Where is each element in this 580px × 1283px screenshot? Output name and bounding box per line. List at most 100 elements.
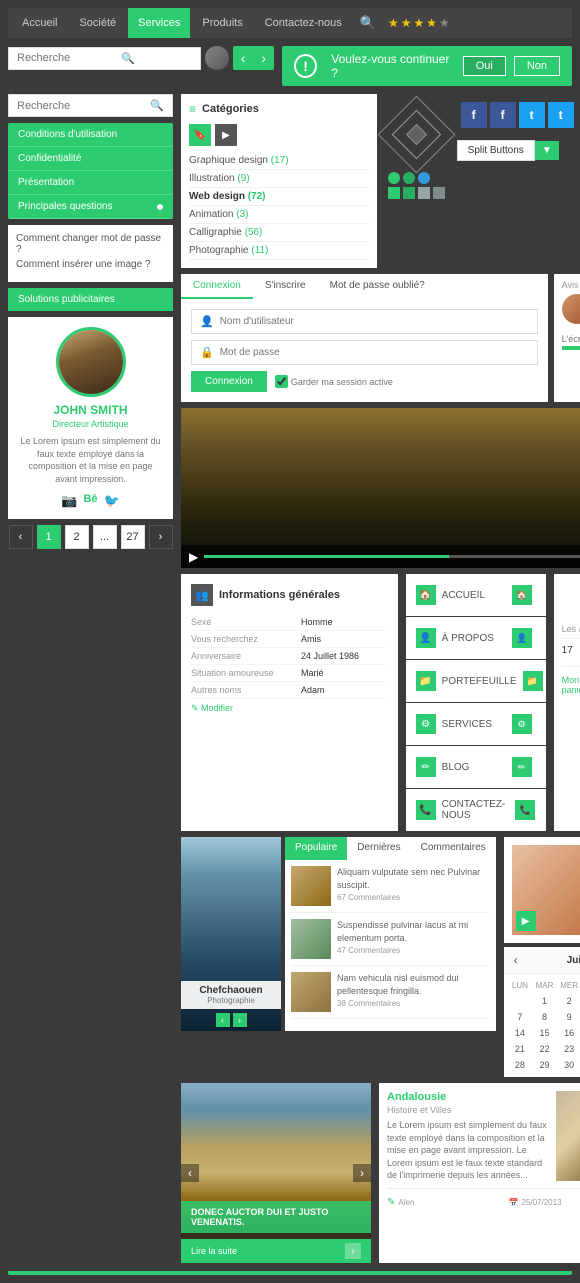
cal-d-16[interactable]: 16 [557, 1025, 580, 1041]
nav-search-icon[interactable]: 🔍 [360, 15, 376, 31]
nm-services[interactable]: ⚙ SERVICES ⚙ [406, 703, 546, 745]
cal-d-8[interactable]: 8 [532, 1009, 557, 1025]
nm-portfolio[interactable]: 📁 PORTEFEUILLE 📁 [406, 660, 546, 702]
landscape-prev-btn[interactable]: ‹ [181, 1164, 199, 1182]
menu-dot [157, 204, 163, 210]
cat-item-1[interactable]: Illustration (9) [189, 170, 369, 188]
menu-confidentialite[interactable]: Confidentialité [8, 147, 173, 171]
nm-services-icon: ⚙ [416, 714, 436, 734]
facebook-icon-2[interactable]: f [490, 102, 516, 128]
menu-questions[interactable]: Principales questions [8, 195, 173, 219]
blog-tab-dernieres[interactable]: Dernières [347, 837, 410, 860]
connexion-btn[interactable]: Connexion [191, 371, 267, 392]
cal-d-21[interactable]: 21 [508, 1041, 533, 1057]
chefchaouen-next[interactable]: › [233, 1013, 247, 1027]
cart-panier-link[interactable]: Mon panier > [562, 675, 580, 695]
info-edit-btn[interactable]: ✎ Modifier [191, 703, 388, 714]
left-search-wrap: 🔍 [8, 94, 173, 117]
cat-icon-video[interactable]: ▶ [215, 124, 237, 146]
nav-contact[interactable]: Contactez-nous [255, 8, 352, 38]
cat-icon-bookmark[interactable]: 🔖 [189, 124, 211, 146]
facebook-icon-1[interactable]: f [461, 102, 487, 128]
faq-q2[interactable]: Comment insérer une image ? [16, 259, 165, 270]
cal-d-14[interactable]: 14 [508, 1025, 533, 1041]
twitter-icon-1[interactable]: t [519, 102, 545, 128]
oui-button[interactable]: Oui [463, 56, 506, 76]
nm-contact[interactable]: 📞 CONTACTEZ-NOUS 📞 [406, 789, 546, 831]
top-search-input[interactable] [17, 52, 117, 64]
pagination-next[interactable]: › [149, 525, 173, 549]
cal-d-7[interactable]: 7 [508, 1009, 533, 1025]
cal-d-9[interactable]: 9 [557, 1009, 580, 1025]
faq-section: Comment changer mot de passe ? Comment i… [8, 225, 173, 282]
split-arrow-btn[interactable]: ▼ [535, 141, 559, 160]
nav-produits[interactable]: Produits [192, 8, 252, 38]
landscape-next-btn[interactable]: › [353, 1164, 371, 1182]
nm-blog-icon: ✏ [416, 757, 436, 777]
info-value-sexe: Homme [301, 617, 388, 627]
solutions-box[interactable]: Solutions publicitaires [8, 288, 173, 311]
blog-tab-commentaires[interactable]: Commentaires [411, 837, 496, 860]
cat-item-5[interactable]: Photographie (11) [189, 242, 369, 260]
password-input[interactable] [220, 347, 529, 358]
chefchaouen-prev[interactable]: ‹ [216, 1013, 230, 1027]
read-more-text[interactable]: Lire la suite [191, 1246, 237, 1256]
video-progress-bar[interactable] [204, 555, 580, 558]
nm-blog[interactable]: ✏ BLOG ✏ [406, 746, 546, 788]
twitter-icon-2[interactable]: t [548, 102, 574, 128]
cat-item-4[interactable]: Calligraphie (56) [189, 224, 369, 242]
cal-d-15[interactable]: 15 [532, 1025, 557, 1041]
pagination-page-1[interactable]: 1 [37, 525, 61, 549]
nav-accueil[interactable]: Accueil [12, 8, 67, 38]
cal-d-23[interactable]: 23 [557, 1041, 580, 1057]
cal-d-29[interactable]: 29 [532, 1057, 557, 1073]
instagram-icon[interactable]: 📷 [61, 493, 77, 509]
twitter-icon[interactable]: 🐦 [104, 493, 120, 509]
nav-societe[interactable]: Société [69, 8, 126, 38]
split-main-btn[interactable]: Split Buttons [457, 140, 535, 161]
cat-item-3[interactable]: Animation (3) [189, 206, 369, 224]
remember-wrap: Garder ma session active [275, 375, 393, 388]
remember-checkbox[interactable] [275, 375, 288, 388]
menu-presentation[interactable]: Présentation [8, 171, 173, 195]
blog-section: Chefchaouen Photographie ‹ › Populai [181, 837, 496, 1077]
continue-text: Voulez-vous continuer ? [331, 52, 454, 80]
cal-d-1[interactable]: 1 [532, 993, 557, 1009]
cal-d-30[interactable]: 30 [557, 1057, 580, 1073]
cal-d-e0[interactable] [508, 993, 533, 1009]
nm-accueil[interactable]: 🏠 ACCUEIL 🏠 [406, 574, 546, 616]
cal-d-22[interactable]: 22 [532, 1041, 557, 1057]
search-prev-btn[interactable]: ‹ [233, 46, 254, 70]
pagination-page-2[interactable]: 2 [65, 525, 89, 549]
cal-d-28[interactable]: 28 [508, 1057, 533, 1073]
tab-oublie[interactable]: Mot de passe oublié? [318, 274, 437, 299]
tab-inscrire[interactable]: S'inscrire [253, 274, 318, 299]
username-input[interactable] [220, 316, 529, 327]
left-search-input[interactable] [17, 100, 150, 112]
non-button[interactable]: Non [514, 56, 560, 76]
search-next-btn[interactable]: › [253, 46, 274, 70]
nm-blog-label: BLOG [442, 762, 470, 773]
info-panel: 👥 Informations générales Sexe Homme Vous… [181, 574, 398, 831]
menu-conditions[interactable]: Conditions d'utilisation [8, 123, 173, 147]
music-play-btn[interactable]: ▶ [516, 911, 536, 931]
username-icon: 👤 [200, 315, 214, 328]
nav-services[interactable]: Services [128, 8, 190, 38]
cal-d-2[interactable]: 2 [557, 993, 580, 1009]
read-more-arrow[interactable]: › [345, 1243, 361, 1259]
faq-q1[interactable]: Comment changer mot de passe ? [16, 233, 165, 255]
info-row-4: Autres noms Adam [191, 682, 388, 699]
cat-item-2[interactable]: Web design (72) [189, 188, 369, 206]
pagination-page-27[interactable]: 27 [121, 525, 145, 549]
nm-apropos[interactable]: 👤 À PROPOS 👤 [406, 617, 546, 659]
pagination-prev[interactable]: ‹ [9, 525, 33, 549]
cal-prev-btn[interactable]: ‹ [514, 953, 518, 967]
nm-apropos-label: À PROPOS [442, 633, 494, 644]
blog-thumb-1 [291, 919, 331, 959]
cat-item-0[interactable]: Graphique design (17) [189, 152, 369, 170]
blog-tab-populaire[interactable]: Populaire [285, 837, 347, 860]
tab-connexion[interactable]: Connexion [181, 274, 253, 299]
article-text: Le Lorem ipsum est simplement du faux te… [387, 1119, 580, 1182]
play-btn[interactable]: ▶ [189, 550, 198, 564]
behance-icon[interactable]: Bē [83, 493, 97, 509]
